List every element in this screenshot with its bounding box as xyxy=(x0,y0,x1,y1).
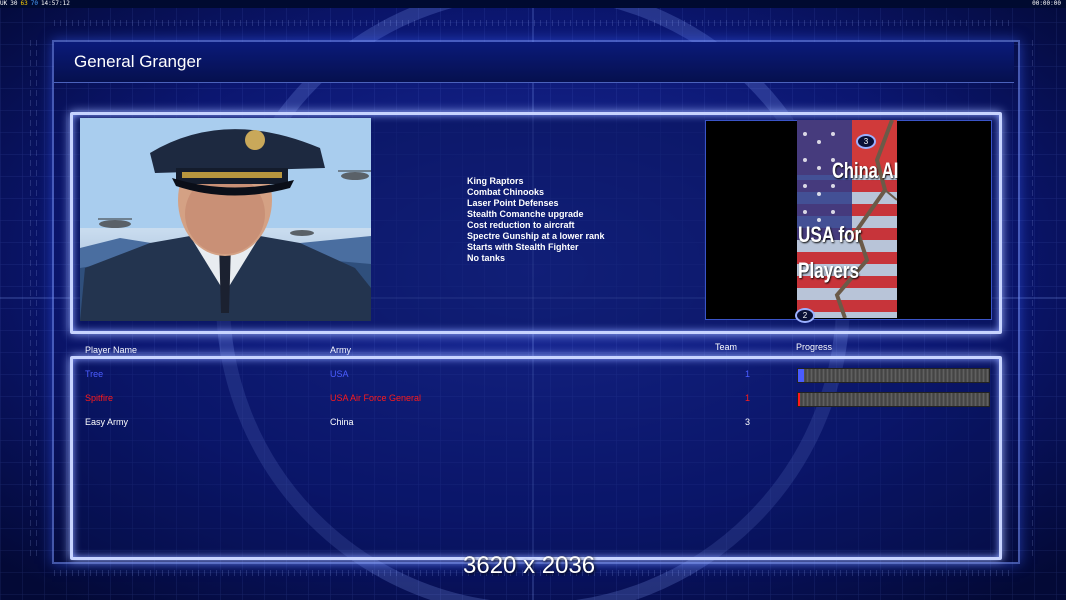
status-value: 70 xyxy=(30,0,38,7)
feature-item: King Raptors xyxy=(467,176,524,186)
player-row: Spitfire USA Air Force General 1 xyxy=(0,390,1066,407)
player-team: 1 xyxy=(745,393,751,403)
player-row: Easy Army China 3 xyxy=(0,414,1066,430)
general-title: General Granger xyxy=(74,52,202,71)
status-timer: 00:00:00 xyxy=(1032,0,1061,7)
map-label-top: China AI xyxy=(832,158,899,183)
column-header-army: Army xyxy=(330,345,351,355)
status-bar: UK 30 63 70 14:57:12 00:00:00 xyxy=(0,0,1066,8)
feature-item: Stealth Comanche upgrade xyxy=(467,209,584,219)
status-value: 30 xyxy=(10,0,18,7)
status-clock: 14:57:12 xyxy=(40,0,70,7)
status-value: 63 xyxy=(20,0,28,7)
column-header-team: Team xyxy=(715,342,738,352)
player-army: China xyxy=(330,417,354,427)
player-army: USA Air Force General xyxy=(330,393,422,403)
general-features-list: King Raptors Combat Chinooks Laser Point… xyxy=(467,176,605,264)
player-team: 1 xyxy=(745,369,751,379)
column-header-player-name: Player Name xyxy=(85,345,138,355)
player-progress-bar xyxy=(797,392,990,407)
map-preview xyxy=(797,120,897,318)
feature-item: Laser Point Defenses xyxy=(467,198,559,208)
feature-item: Starts with Stealth Fighter xyxy=(467,242,579,252)
player-name: Spitfire xyxy=(85,393,114,403)
column-header-progress: Progress xyxy=(796,342,833,352)
feature-item: Combat Chinooks xyxy=(467,187,545,197)
start-position-marker[interactable]: 3 xyxy=(856,134,876,149)
player-list-panel xyxy=(70,356,1002,560)
player-name: Easy Army xyxy=(85,417,129,427)
map-label-bottom-line2: Players xyxy=(798,258,860,283)
start-position-marker[interactable]: 2 xyxy=(795,308,815,323)
player-team: 3 xyxy=(745,417,751,427)
resolution-overlay: 3620 x 2036 xyxy=(463,552,596,579)
player-army: USA xyxy=(330,369,349,379)
feature-item: Spectre Gunship at a lower rank xyxy=(467,231,605,241)
feature-item: No tanks xyxy=(467,253,506,263)
cap-insignia-icon xyxy=(245,130,265,150)
player-row: Tree USA 1 xyxy=(0,366,1066,383)
player-name: Tree xyxy=(85,369,104,379)
status-region: UK xyxy=(0,0,8,7)
player-progress-fill xyxy=(798,369,804,382)
player-progress-bar xyxy=(797,368,990,383)
player-progress-fill xyxy=(798,393,800,406)
map-label-bottom-line1: USA for xyxy=(798,222,862,247)
feature-item: Cost reduction to aircraft xyxy=(467,220,575,230)
general-portrait xyxy=(80,118,371,321)
